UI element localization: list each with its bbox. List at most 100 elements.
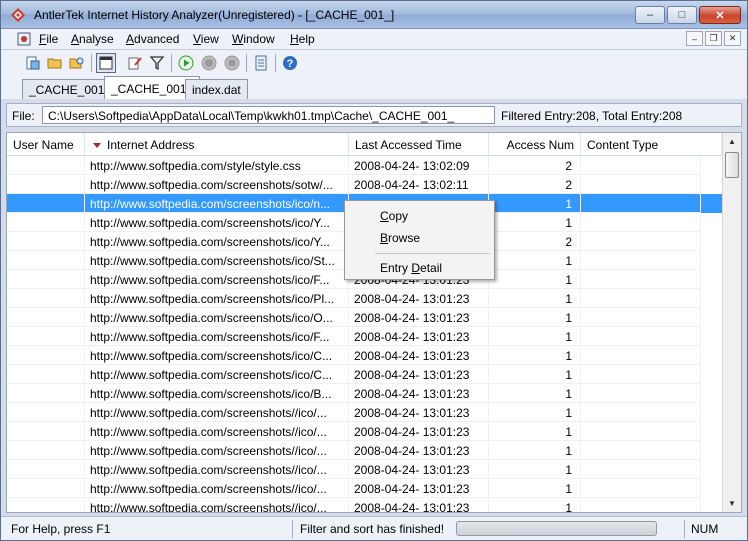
edit-button[interactable] <box>125 53 145 73</box>
start-button[interactable] <box>176 53 196 73</box>
cell-last-accessed-time: 2008-04-24- 13:02:09 <box>349 156 489 175</box>
record-button[interactable] <box>199 53 219 73</box>
cell-access-num: 1 <box>489 327 581 346</box>
folder-icon <box>47 58 62 69</box>
cell-last-accessed-time: 2008-04-24- 13:01:23 <box>349 403 489 422</box>
table-row[interactable]: http://www.softpedia.com/screenshots//ic… <box>7 479 722 498</box>
open-file-button[interactable] <box>23 53 43 73</box>
context-menu-entry-detail[interactable]: Entry Detail <box>348 256 491 277</box>
filter-icon <box>149 56 165 71</box>
status-progress-bar <box>456 521 657 536</box>
column-header-last-accessed-time[interactable]: Last Accessed Time <box>349 133 489 156</box>
table-row[interactable]: http://www.softpedia.com/screenshots/ico… <box>7 289 722 308</box>
svg-text:?: ? <box>287 58 294 70</box>
app-window: AntlerTek Internet History Analyzer(Unre… <box>0 0 748 541</box>
mdi-close-button[interactable]: ✕ <box>724 31 741 46</box>
table-row[interactable]: http://www.softpedia.com/screenshots//ic… <box>7 441 722 460</box>
table-row[interactable]: http://www.softpedia.com/screenshots/sot… <box>7 175 722 194</box>
scroll-thumb[interactable] <box>725 152 739 178</box>
menu-help[interactable]: Help <box>290 32 315 46</box>
context-menu-browse[interactable]: Browse <box>348 226 491 247</box>
document-tabs: _CACHE_001_ _CACHE_001_ index.dat <box>1 75 747 99</box>
table-row[interactable]: http://www.softpedia.com/screenshots/ico… <box>7 346 722 365</box>
table-row[interactable]: http://www.softpedia.com/screenshots/ico… <box>7 308 722 327</box>
mdi-restore-button[interactable]: ❐ <box>705 31 722 46</box>
cell-content-type <box>581 403 701 422</box>
stop-button[interactable] <box>222 53 242 73</box>
scroll-down-arrow-icon[interactable]: ▼ <box>723 495 741 512</box>
cell-access-num: 1 <box>489 308 581 327</box>
tab-index-dat[interactable]: index.dat <box>185 79 248 99</box>
table-row[interactable]: http://www.softpedia.com/screenshots//ic… <box>7 460 722 479</box>
cell-internet-address: http://www.softpedia.com/screenshots/ico… <box>85 346 349 365</box>
cell-last-accessed-time: 2008-04-24- 13:01:23 <box>349 346 489 365</box>
search-folder-icon <box>69 57 84 69</box>
table-row[interactable]: http://www.softpedia.com/screenshots/ico… <box>7 327 722 346</box>
table-row[interactable]: http://www.softpedia.com/screenshots/ico… <box>7 384 722 403</box>
cell-internet-address: http://www.softpedia.com/screenshots/sot… <box>85 175 349 194</box>
document-icon[interactable] <box>17 32 31 46</box>
menu-analyse[interactable]: Analyse <box>71 32 114 46</box>
column-header-access-num[interactable]: Access Num <box>489 133 581 156</box>
cell-last-accessed-time: 2008-04-24- 13:02:11 <box>349 175 489 194</box>
cell-user-name <box>7 270 85 289</box>
scroll-up-arrow-icon[interactable]: ▲ <box>723 133 741 150</box>
cell-internet-address: http://www.softpedia.com/screenshots//ic… <box>85 479 349 498</box>
cell-internet-address: http://www.softpedia.com/screenshots/ico… <box>85 251 349 270</box>
menu-view[interactable]: View <box>193 32 219 46</box>
cell-content-type <box>581 232 701 251</box>
column-header-internet-address[interactable]: Internet Address <box>85 133 349 156</box>
cell-access-num: 2 <box>489 232 581 251</box>
cell-user-name <box>7 175 85 194</box>
table-row[interactable]: http://www.softpedia.com/screenshots//ic… <box>7 403 722 422</box>
cell-access-num: 1 <box>489 441 581 460</box>
minimize-button[interactable]: – <box>635 6 665 24</box>
cell-user-name <box>7 498 85 512</box>
properties-button[interactable] <box>251 53 271 73</box>
mdi-minimize-button[interactable]: – <box>686 31 703 46</box>
table-row[interactable]: http://www.softpedia.com/screenshots//ic… <box>7 422 722 441</box>
column-header-content-type[interactable]: Content Type <box>581 133 722 156</box>
cell-content-type <box>581 479 701 498</box>
status-num-indicator: NUM <box>691 522 719 536</box>
cell-content-type <box>581 460 701 479</box>
context-menu-copy[interactable]: Copy <box>348 204 491 225</box>
menu-file[interactable]: File <box>39 32 58 46</box>
vertical-scrollbar[interactable]: ▲ ▼ <box>722 133 741 512</box>
cell-access-num: 2 <box>489 175 581 194</box>
cell-user-name <box>7 194 85 213</box>
help-button[interactable]: ? <box>280 53 300 73</box>
cell-internet-address: http://www.softpedia.com/screenshots/ico… <box>85 327 349 346</box>
cell-access-num: 1 <box>489 213 581 232</box>
menu-window[interactable]: Window <box>232 32 275 46</box>
close-button[interactable]: ✕ <box>699 6 741 24</box>
filter-button[interactable] <box>147 53 167 73</box>
cell-user-name <box>7 327 85 346</box>
maximize-button[interactable]: □ <box>667 6 697 24</box>
window-view-button[interactable] <box>96 53 116 73</box>
toolbar: ? <box>1 49 747 75</box>
cell-access-num: 1 <box>489 384 581 403</box>
edit-icon <box>128 57 142 70</box>
cell-content-type <box>581 251 701 270</box>
title-bar[interactable]: AntlerTek Internet History Analyzer(Unre… <box>1 1 747 29</box>
file-label: File: <box>12 109 35 123</box>
cell-content-type <box>581 308 701 327</box>
history-table: User Name Internet Address Last Accessed… <box>6 132 742 513</box>
browse-button[interactable] <box>67 53 87 73</box>
file-path-field[interactable]: C:\Users\Softpedia\AppData\Local\Temp\kw… <box>42 106 495 124</box>
cell-user-name <box>7 460 85 479</box>
cell-access-num: 1 <box>489 346 581 365</box>
cell-user-name <box>7 308 85 327</box>
cell-user-name <box>7 365 85 384</box>
table-row[interactable]: http://www.softpedia.com/screenshots//ic… <box>7 498 722 512</box>
cell-internet-address: http://www.softpedia.com/screenshots//ic… <box>85 441 349 460</box>
status-bar: For Help, press F1 Filter and sort has f… <box>1 516 747 540</box>
table-row[interactable]: http://www.softpedia.com/style/style.css… <box>7 156 722 175</box>
open-folder-button[interactable] <box>45 53 65 73</box>
cell-content-type <box>581 156 701 175</box>
table-row[interactable]: http://www.softpedia.com/screenshots/ico… <box>7 365 722 384</box>
menu-advanced[interactable]: Advanced <box>126 32 179 46</box>
column-header-user-name[interactable]: User Name <box>7 133 85 156</box>
cell-content-type <box>581 365 701 384</box>
